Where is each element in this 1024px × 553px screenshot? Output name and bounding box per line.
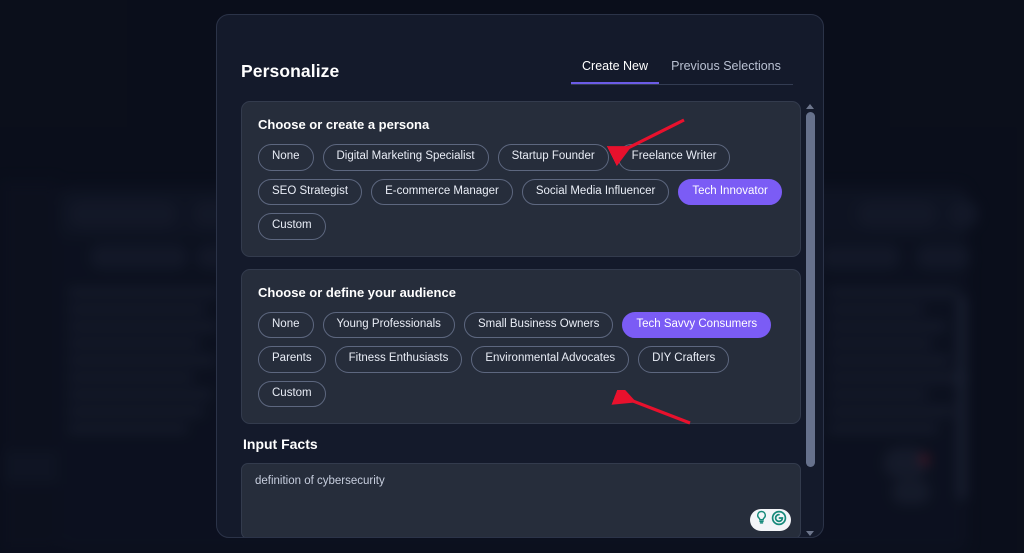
modal-header: close-icon Personalize Create New Previo… xyxy=(217,15,823,101)
input-facts-value: definition of cybersecurity xyxy=(255,475,787,487)
modal-tabs: Create New Previous Selections xyxy=(571,59,793,85)
input-facts-field[interactable]: definition of cybersecurity xyxy=(241,463,801,538)
lightbulb-icon[interactable] xyxy=(754,510,769,530)
page-title: Personalize xyxy=(241,61,339,82)
audience-chip-environmental-advocates[interactable]: Environmental Advocates xyxy=(471,346,629,373)
persona-chip-seo-strategist[interactable]: SEO Strategist xyxy=(258,179,362,206)
persona-chip-freelance-writer[interactable]: Freelance Writer xyxy=(618,144,731,171)
persona-chip-startup-founder[interactable]: Startup Founder xyxy=(498,144,609,171)
persona-chip-custom[interactable]: Custom xyxy=(258,213,326,240)
scroll-down-arrow-icon[interactable] xyxy=(806,531,814,536)
audience-chip-custom[interactable]: Custom xyxy=(258,381,326,408)
scrollbar-thumb[interactable] xyxy=(806,112,815,467)
scrollbar-track[interactable] xyxy=(806,112,815,528)
persona-chip-group: None Digital Marketing Specialist Startu… xyxy=(258,144,784,240)
modal-body: Choose or create a persona None Digital … xyxy=(217,101,824,538)
audience-chip-tech-savvy-consumers[interactable]: Tech Savvy Consumers xyxy=(622,312,771,339)
audience-chip-small-business-owners[interactable]: Small Business Owners xyxy=(464,312,613,339)
persona-chip-e-commerce-manager[interactable]: E-commerce Manager xyxy=(371,179,513,206)
scroll-up-arrow-icon[interactable] xyxy=(806,104,814,109)
persona-chip-tech-innovator[interactable]: Tech Innovator xyxy=(678,179,781,206)
input-facts-label: Input Facts xyxy=(243,436,801,452)
audience-section: Choose or define your audience None Youn… xyxy=(241,269,801,425)
audience-section-title: Choose or define your audience xyxy=(258,285,784,300)
audience-chip-fitness-enthusiasts[interactable]: Fitness Enthusiasts xyxy=(335,346,463,373)
persona-chip-none[interactable]: None xyxy=(258,144,314,171)
audience-chip-none[interactable]: None xyxy=(258,312,314,339)
tab-previous-selections[interactable]: Previous Selections xyxy=(659,59,793,84)
audience-chip-diy-crafters[interactable]: DIY Crafters xyxy=(638,346,729,373)
persona-chip-digital-marketing-specialist[interactable]: Digital Marketing Specialist xyxy=(323,144,489,171)
audience-chip-young-professionals[interactable]: Young Professionals xyxy=(323,312,455,339)
persona-section-title: Choose or create a persona xyxy=(258,117,784,132)
audience-chip-parents[interactable]: Parents xyxy=(258,346,326,373)
tab-create-new[interactable]: Create New xyxy=(571,59,659,84)
persona-chip-social-media-influencer[interactable]: Social Media Influencer xyxy=(522,179,670,206)
writing-assistant-badge[interactable] xyxy=(750,509,791,531)
grammarly-logo-icon[interactable] xyxy=(771,510,787,531)
personalize-modal: close-icon Personalize Create New Previo… xyxy=(216,14,824,538)
close-icon[interactable]: close-icon xyxy=(785,29,811,55)
audience-chip-group: None Young Professionals Small Business … xyxy=(258,312,784,408)
modal-scrollbar[interactable] xyxy=(803,101,817,538)
persona-section: Choose or create a persona None Digital … xyxy=(241,101,801,257)
